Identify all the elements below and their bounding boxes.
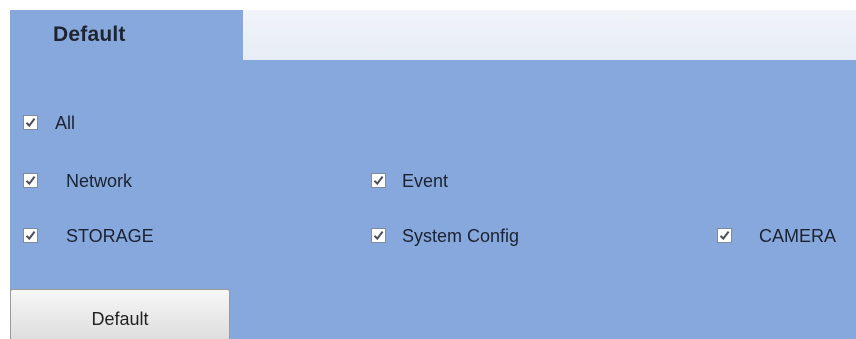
checkmark-icon <box>373 175 384 186</box>
default-settings-page: Default All Network Event STORAGE System… <box>0 0 856 339</box>
tab-default-label: Default <box>53 23 126 46</box>
tab-default[interactable]: Default <box>10 10 243 62</box>
default-options-panel: All Network Event STORAGE System Config <box>10 60 856 339</box>
network-label: Network <box>66 171 133 191</box>
checkmark-icon <box>25 175 36 186</box>
camera-label: CAMERA <box>759 226 837 246</box>
checkmark-icon <box>373 230 384 241</box>
event-label: Event <box>402 171 449 191</box>
default-button[interactable]: Default <box>10 289 230 339</box>
checkmark-icon <box>25 117 36 128</box>
checkmark-icon <box>25 230 36 241</box>
tab-bar: Default <box>10 10 856 62</box>
storage-checkbox[interactable] <box>23 228 38 243</box>
all-checkbox[interactable] <box>23 115 38 130</box>
event-checkbox[interactable] <box>371 173 386 188</box>
network-checkbox[interactable] <box>23 173 38 188</box>
storage-label: STORAGE <box>66 226 154 246</box>
system-config-checkbox[interactable] <box>371 228 386 243</box>
all-label: All <box>55 113 76 133</box>
checkmark-icon <box>719 230 730 241</box>
camera-checkbox[interactable] <box>717 228 732 243</box>
system-config-label: System Config <box>402 226 520 246</box>
